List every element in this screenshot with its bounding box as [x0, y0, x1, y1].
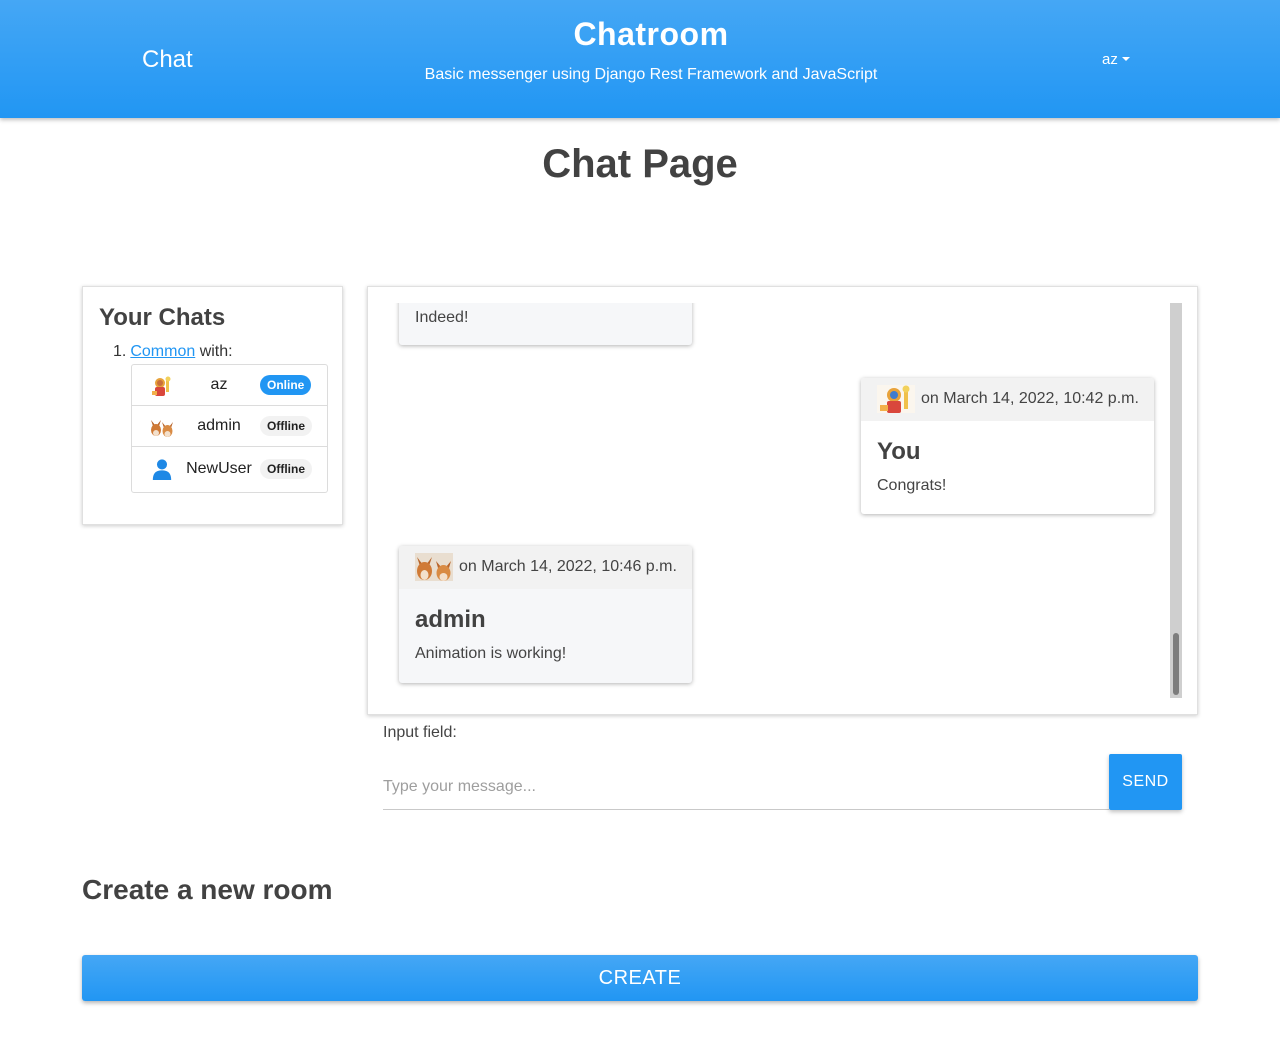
message-card: Indeed!	[399, 303, 692, 345]
member-row: az Online	[132, 365, 327, 406]
member-name: admin	[197, 417, 241, 434]
member-name: az	[210, 376, 228, 393]
message-author: admin	[415, 606, 486, 633]
message-author: You	[877, 438, 921, 465]
messages-scrollbar[interactable]	[1170, 303, 1182, 698]
messages-scroll-area[interactable]: Indeed! on March 14, 2022, 10:42 p.m. Yo…	[368, 303, 1168, 699]
message-text: Congrats!	[877, 477, 947, 494]
user-menu-label: az	[1102, 51, 1118, 68]
scrollbar-thumb[interactable]	[1173, 633, 1179, 695]
message-input[interactable]	[383, 764, 1109, 810]
room-link-common[interactable]: Common	[130, 343, 195, 360]
your-chats-panel: Your Chats 1. Common with: az Online adm…	[82, 286, 343, 525]
chat-list-item: 1. Common with:	[113, 343, 233, 361]
message-card: on March 14, 2022, 10:46 p.m. admin Anim…	[399, 546, 692, 683]
status-badge-online: Online	[260, 375, 312, 395]
your-chats-heading: Your Chats	[99, 304, 226, 331]
status-badge-offline: Offline	[260, 416, 312, 436]
message-card-own: on March 14, 2022, 10:42 p.m. You Congra…	[861, 378, 1154, 514]
foxes-avatar-icon	[151, 420, 173, 437]
default-user-icon	[152, 459, 172, 480]
message-header: on March 14, 2022, 10:42 p.m.	[861, 378, 1154, 421]
member-row: NewUser Offline	[132, 447, 327, 492]
create-room-heading: Create a new room	[82, 874, 333, 905]
member-list: az Online admin Offline NewUser Offline	[131, 364, 328, 493]
message-text: Animation is working!	[415, 645, 567, 662]
deity-avatar-icon	[152, 376, 171, 396]
create-room-button[interactable]: CREATE	[82, 955, 1198, 1001]
message-text: Indeed!	[415, 309, 469, 326]
chat-number: 1.	[113, 343, 127, 360]
user-menu-dropdown[interactable]: az	[1102, 51, 1130, 68]
message-timestamp: on March 14, 2022, 10:42 p.m.	[921, 390, 1139, 407]
deity-avatar-icon	[877, 385, 915, 413]
messages-panel: Indeed! on March 14, 2022, 10:42 p.m. Yo…	[367, 286, 1198, 715]
input-field-label: Input field:	[383, 724, 457, 741]
member-row: admin Offline	[132, 406, 327, 447]
caret-down-icon	[1121, 57, 1130, 61]
site-title: Chatroom	[573, 16, 729, 52]
status-badge-offline: Offline	[260, 459, 312, 479]
page-title: Chat Page	[542, 142, 738, 186]
send-button[interactable]: SEND	[1109, 754, 1182, 810]
top-navbar: Chat Chatroom Basic messenger using Djan…	[0, 0, 1280, 118]
message-timestamp: on March 14, 2022, 10:46 p.m.	[459, 558, 677, 575]
with-text: with:	[195, 343, 233, 360]
member-name: NewUser	[186, 460, 252, 477]
site-subtitle: Basic messenger using Django Rest Framew…	[424, 66, 878, 83]
message-header: on March 14, 2022, 10:46 p.m.	[399, 546, 692, 589]
foxes-avatar-icon	[415, 553, 453, 581]
